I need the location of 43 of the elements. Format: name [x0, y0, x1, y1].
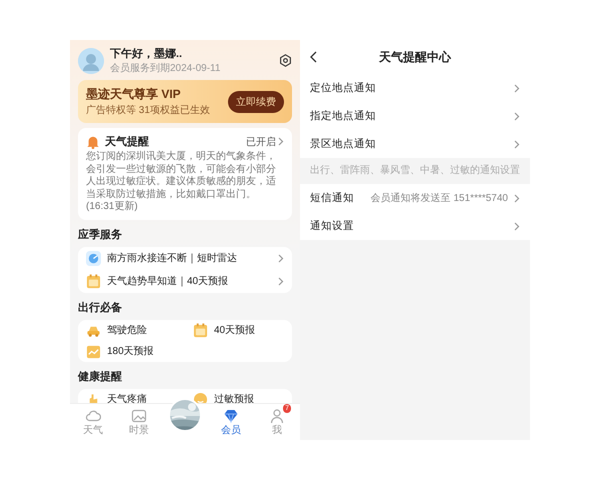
chevron-icon [514, 222, 520, 230]
membership-expiry: 会员服务到期2024-09-11 [110, 62, 222, 75]
vip-title: 墨迹天气尊享 VIP [86, 86, 182, 103]
settings-icon[interactable] [279, 54, 292, 67]
section-title: 出行必备 [78, 300, 123, 314]
settings-row[interactable]: 通知设置 [300, 212, 530, 240]
diamond-icon [223, 408, 239, 424]
chevron-icon [514, 112, 520, 120]
settings-row[interactable]: 定位地点通知 [300, 74, 530, 102]
service-item[interactable]: 南方雨水接连不断｜短时雷达 [78, 246, 292, 270]
page-title: 天气提醒中心 [379, 48, 451, 66]
back-icon[interactable] [310, 51, 317, 63]
vip-subtitle: 广告特权等 31项权益已生效 [86, 104, 210, 117]
calendar-icon [193, 322, 208, 338]
feature-item[interactable]: 40天预报 [185, 320, 292, 340]
tab[interactable]: 会员 [208, 404, 254, 440]
settings-row[interactable]: 景区地点通知 [300, 130, 530, 158]
alert-title: 天气提醒 [105, 134, 150, 149]
service-item[interactable]: 天气趋势早知道｜40天预报 [78, 270, 292, 292]
chevron-icon [278, 137, 284, 146]
section-title: 应季服务 [78, 228, 123, 242]
section-title: 健康提醒 [78, 370, 123, 384]
cloud-icon [85, 408, 101, 424]
chevron-icon [514, 140, 520, 148]
chevron-icon [514, 84, 520, 92]
renew-button[interactable]: 立即续费 [228, 90, 284, 112]
chevron-icon [514, 194, 520, 202]
chevron-icon [278, 254, 284, 262]
chart-icon [86, 344, 101, 358]
group-note: 出行、雷阵雨、暴风雪、中暑、过敏的通知设置 [309, 164, 521, 178]
radar-icon [86, 250, 101, 266]
settings-row[interactable]: 短信通知 会员通知将发送至 151****5740 [300, 184, 530, 212]
feature-item[interactable]: 180天预报 [78, 340, 185, 362]
person-icon [269, 408, 285, 424]
calendar-icon [86, 274, 101, 288]
chevron-icon [278, 276, 284, 286]
image-icon [131, 408, 147, 424]
greeting: 下午好，墨娜.. [110, 46, 184, 61]
alert-text: 您订阅的深圳讯美大厦，明天的气象条件，会引发一些过敏源的飞散，可能会有小部分人出现过敏症状。建议体质敏感的朋友，适当采取防过敏措施，比如戴口罩出门。(16:31更新) [86, 151, 277, 214]
bell-icon [86, 134, 100, 148]
settings-row[interactable]: 指定地点通知 [300, 102, 530, 130]
alert-status[interactable]: 已开启 [246, 134, 284, 148]
feature-item[interactable]: 驾驶危险 [78, 320, 185, 340]
